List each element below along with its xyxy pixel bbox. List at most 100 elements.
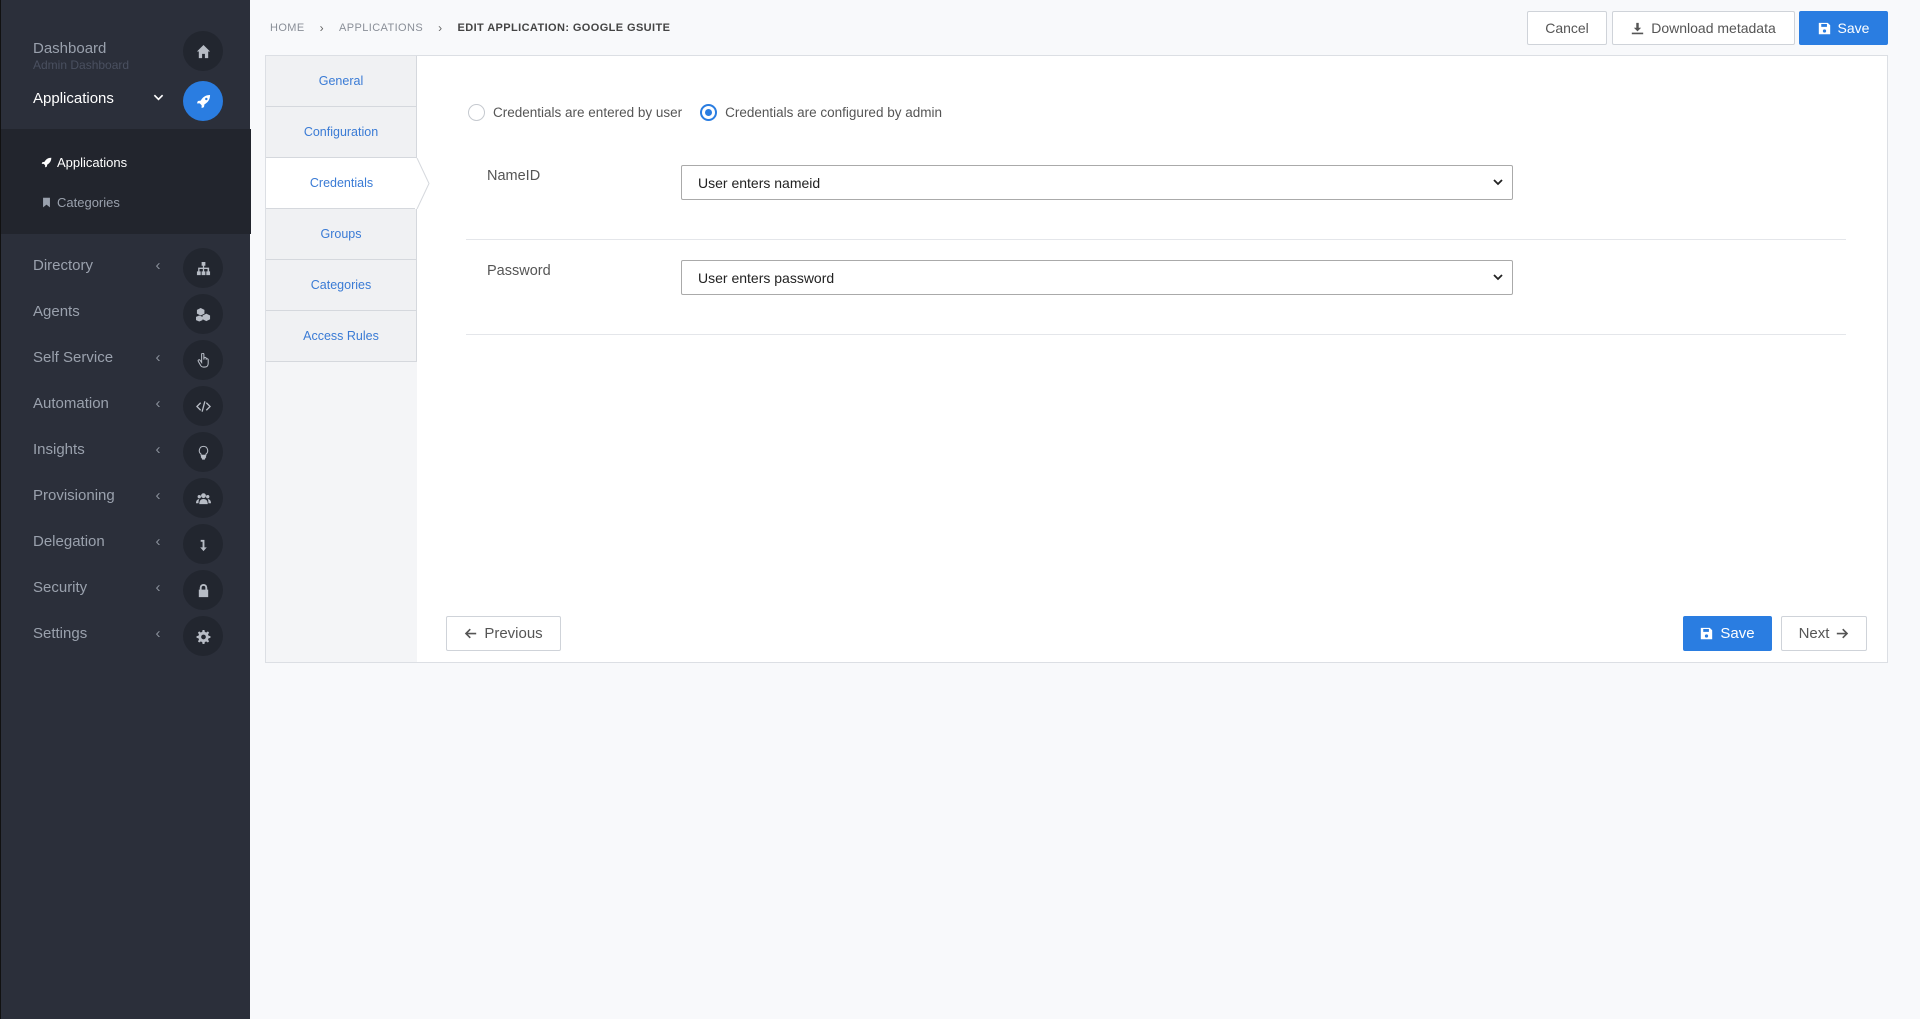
sidebar-item-label: Insights [33,441,85,458]
sidebar-item-settings[interactable]: Settings ‹ [1,613,251,659]
tab-label: Categories [310,278,372,292]
breadcrumb-current: EDIT APPLICATION: GOOGLE GSUITE [457,22,671,34]
previous-button[interactable]: Previous [446,616,561,651]
sidebar-item-label: Agents [33,303,80,320]
tab-label: Configuration [303,125,379,139]
sidebar-item-self-service[interactable]: Self Service ‹ [1,337,251,383]
chevron-left-icon: ‹ [155,625,161,642]
applications-submenu: Applications Categories [1,129,251,234]
pointer-hand-icon [183,340,223,380]
next-button-label: Next [1798,625,1830,642]
sidebar-item-automation[interactable]: Automation ‹ [1,383,251,429]
radio-entered-by-user[interactable]: Credentials are entered by user [468,104,682,121]
tab-categories[interactable]: Categories [266,260,417,311]
nameid-select[interactable]: User enters nameid [681,165,1513,200]
tab-label: General [318,74,364,88]
tab-credentials[interactable]: Credentials [266,158,417,209]
arrow-left-icon [465,628,477,639]
nameid-label: NameID [487,168,541,184]
sidebar: Dashboard Admin Dashboard Applications A… [0,0,251,1019]
rocket-icon [41,157,52,168]
tab-general[interactable]: General [266,56,417,107]
sidebar-item-security[interactable]: Security ‹ [1,567,251,613]
sidebar-item-insights[interactable]: Insights ‹ [1,429,251,475]
code-icon [183,386,223,426]
tab-label: Access Rules [303,329,379,343]
sidebar-item-applications[interactable]: Applications [1,78,251,124]
breadcrumb-home[interactable]: HOME [270,22,305,34]
sidebar-item-dashboard[interactable]: Dashboard Admin Dashboard [1,28,251,74]
tab-list: General Configuration Credentials Groups… [266,56,417,662]
sidebar-item-agents[interactable]: Agents [1,291,251,337]
password-select[interactable]: User enters password [681,260,1513,295]
breadcrumb-applications[interactable]: APPLICATIONS [339,22,423,34]
save-button-label: Save [1720,625,1755,642]
tab-access-rules[interactable]: Access Rules [266,311,417,362]
sidebar-item-label: Delegation [33,533,105,550]
radio-button[interactable] [468,104,485,121]
sidebar-item-label: Dashboard [33,40,107,57]
tab-label: Credentials [309,176,374,190]
radio-configured-by-admin[interactable]: Credentials are configured by admin [700,104,942,121]
download-metadata-button[interactable]: Download metadata [1612,11,1795,45]
submenu-item-applications[interactable]: Applications [41,155,127,170]
chevron-left-icon: ‹ [155,441,161,458]
sidebar-item-label: Self Service [33,349,114,366]
rocket-icon [183,81,223,121]
sidebar-item-directory[interactable]: Directory ‹ [1,245,251,291]
chevron-right-icon: › [319,21,325,35]
chevron-left-icon: ‹ [155,349,161,366]
users-icon [183,478,223,518]
sidebar-item-label: Directory [33,257,94,274]
lightbulb-icon [183,432,223,472]
level-down-icon [183,524,223,564]
sidebar-item-label: Settings [33,625,88,642]
submenu-item-label: Categories [57,195,120,210]
bookmark-icon [43,197,50,208]
tab-label: Groups [320,227,362,241]
radio-label: Credentials are configured by admin [725,105,942,120]
next-button[interactable]: Next [1781,616,1867,651]
chevron-down-icon [151,92,165,106]
password-select-value: User enters password [698,269,835,286]
lock-icon [183,570,223,610]
cancel-button[interactable]: Cancel [1527,11,1607,45]
previous-button-label: Previous [484,625,543,642]
cubes-icon [183,294,223,334]
chevron-left-icon: ‹ [155,533,161,550]
chevron-down-icon [1493,274,1503,281]
save-button-bottom[interactable]: Save [1683,616,1772,651]
sidebar-item-delegation[interactable]: Delegation ‹ [1,521,251,567]
chevron-right-icon: › [438,21,443,35]
password-label: Password [487,263,551,279]
sidebar-item-label: Security [33,579,88,596]
radio-label: Credentials are entered by user [493,105,683,120]
radio-button-checked[interactable] [700,104,718,121]
tab-configuration[interactable]: Configuration [266,107,417,158]
arrow-right-icon [1837,628,1849,639]
sidebar-item-provisioning[interactable]: Provisioning ‹ [1,475,251,521]
gear-icon [183,616,223,656]
sidebar-item-sublabel: Admin Dashboard [33,58,130,72]
download-icon [1632,22,1644,34]
sidebar-item-label: Automation [33,395,109,412]
submenu-item-label: Applications [57,155,128,170]
edit-application-panel: General Configuration Credentials Groups… [265,55,1888,663]
save-button-top[interactable]: Save [1799,11,1888,45]
save-icon [1701,627,1713,640]
active-tab-arrow [415,158,430,209]
chevron-down-icon [1493,179,1503,186]
tab-groups[interactable]: Groups [266,209,417,260]
breadcrumb: HOME › APPLICATIONS › EDIT APPLICATION: … [270,21,670,35]
download-metadata-label: Download metadata [1651,20,1776,36]
sidebar-item-label: Provisioning [33,487,115,504]
nameid-select-value: User enters nameid [698,174,821,191]
submenu-item-categories[interactable]: Categories [41,195,120,210]
sidebar-item-label: Applications [33,90,114,107]
sitemap-icon [183,248,223,288]
divider [466,239,1846,240]
chevron-left-icon: ‹ [155,395,161,412]
save-icon [1818,22,1830,34]
credentials-mode-radio-group: Credentials are entered by user Credenti… [468,104,960,121]
chevron-left-icon: ‹ [155,579,161,596]
